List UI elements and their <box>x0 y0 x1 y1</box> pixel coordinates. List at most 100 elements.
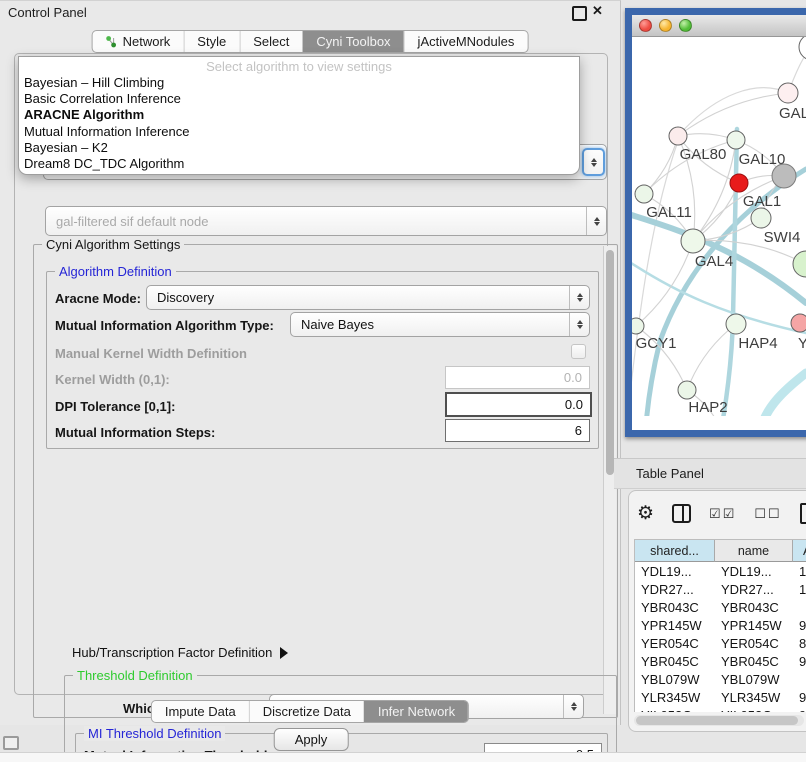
hub-definition-toggle[interactable]: Hub/Transcription Factor Definition <box>72 645 288 660</box>
algorithm-definition-legend: Algorithm Definition <box>55 264 176 279</box>
mi-algorithm-type-select[interactable]: Naive Bayes <box>290 312 590 337</box>
table-cell: 9. <box>793 652 806 670</box>
expand-arrow-icon <box>280 647 288 659</box>
dropdown-option[interactable]: Bayesian – Hill Climbing <box>19 75 579 91</box>
table-cell: 9. <box>793 688 806 706</box>
table-row[interactable]: YBR043CYBR043C <box>635 598 806 616</box>
aracne-mode-select[interactable]: Discovery <box>146 285 590 310</box>
network-canvas[interactable]: GALGAL80GAL10GAL1GAL11SWI4GAL4GCY1HAP4YH… <box>632 37 806 416</box>
dropdown-option[interactable]: ARACNE Algorithm <box>19 107 579 123</box>
combo-stepper-icon[interactable] <box>569 286 589 309</box>
network-node-gal11[interactable] <box>635 185 653 203</box>
manual-kernel-width-checkbox[interactable] <box>571 344 586 359</box>
network-node-gal80[interactable] <box>669 127 687 145</box>
network-node-y[interactable] <box>791 314 806 332</box>
mi-algorithm-type-label: Mutual Information Algorithm Type: <box>55 318 274 333</box>
checked-columns-icon[interactable]: ☑☑ <box>709 506 736 522</box>
minimize-window-icon[interactable] <box>659 19 672 32</box>
dropdown-option[interactable]: Dream8 DC_TDC Algorithm <box>19 156 579 172</box>
table-cell: YDR27... <box>715 580 793 598</box>
network-node[interactable] <box>772 164 796 188</box>
network-node-gcy1[interactable] <box>632 318 644 334</box>
network-graph: GALGAL80GAL10GAL1GAL11SWI4GAL4GCY1HAP4YH… <box>632 37 806 416</box>
node-table[interactable]: shared...nameA YDL19...YDL19...13YDR27..… <box>634 539 806 712</box>
tab-infer-network[interactable]: Infer Network <box>364 701 468 722</box>
collapsed-panel-icon[interactable] <box>3 736 19 750</box>
node-label: GAL80 <box>680 146 727 163</box>
network-combobox[interactable]: gal-filtered sif default node <box>45 206 607 236</box>
dropdown-option[interactable]: Mutual Information Inference <box>19 124 579 140</box>
network-node[interactable] <box>799 37 806 60</box>
node-label: SWI4 <box>764 229 801 246</box>
close-window-icon[interactable] <box>639 19 652 32</box>
table-row[interactable]: YER054CYER054C8. <box>635 634 806 652</box>
scrollbar-thumb[interactable] <box>636 716 798 725</box>
table-cell: YER054C <box>635 634 715 652</box>
tab-cyni-toolbox[interactable]: Cyni Toolbox <box>302 31 403 52</box>
cyni-algorithm-settings-group: Cyni Algorithm Settings Algorithm Defini… <box>33 244 618 718</box>
apply-button[interactable]: Apply <box>274 728 349 751</box>
cyni-mode-tabbar: Impute DataDiscretize DataInfer Network <box>151 700 469 723</box>
combo-stepper-icon[interactable] <box>586 207 606 235</box>
dropdown-options: Bayesian – Hill ClimbingBasic Correlatio… <box>19 75 579 172</box>
tab-style[interactable]: Style <box>183 31 239 52</box>
scrollbar-thumb[interactable] <box>606 250 614 475</box>
hub-definition-label: Hub/Transcription Factor Definition <box>72 645 272 660</box>
network-node-gal[interactable] <box>778 83 798 103</box>
table-row[interactable]: YDR27...YDR27...12 <box>635 580 806 598</box>
screenshot-stage: Control Panel ✕ NetworkStyleSelectCyni T… <box>0 0 806 762</box>
column-header[interactable]: A <box>793 540 806 562</box>
aracne-mode-label: Aracne Mode: <box>55 291 141 306</box>
column-header[interactable]: name <box>715 540 793 562</box>
network-node-gal4[interactable] <box>681 229 705 253</box>
zoom-window-icon[interactable] <box>679 19 692 32</box>
network-node-hap4[interactable] <box>726 314 746 334</box>
node-label: HAP4 <box>738 335 777 352</box>
dropdown-option[interactable]: Bayesian – K2 <box>19 140 579 156</box>
combo-stepper-icon[interactable] <box>582 148 605 176</box>
table-panel-title: Table Panel <box>614 466 704 481</box>
table-row[interactable]: YPR145WYPR145W9. <box>635 616 806 634</box>
table-row[interactable]: YBR045CYBR045C9. <box>635 652 806 670</box>
control-panel: Control Panel ✕ NetworkStyleSelectCyni T… <box>0 0 621 725</box>
network-node[interactable] <box>793 251 806 277</box>
tab-select[interactable]: Select <box>239 31 302 52</box>
window-titlebar[interactable] <box>632 15 806 37</box>
network-node-gal10[interactable] <box>727 131 745 149</box>
gear-icon[interactable]: ⚙ <box>637 504 654 523</box>
table-row[interactable]: YIL052CYIL052C9. <box>635 706 806 712</box>
mi-steps-field[interactable]: 6 <box>445 419 590 442</box>
manual-kernel-width-label: Manual Kernel Width Definition <box>55 346 247 361</box>
node-label: Y <box>798 335 806 352</box>
mi-threshold-definition-legend: MI Threshold Definition <box>84 726 225 741</box>
unchecked-columns-icon[interactable]: ☐☐ <box>754 506 781 522</box>
tab-network[interactable]: Network <box>93 31 184 52</box>
network-node-hap2[interactable] <box>678 381 696 399</box>
table-cell <box>793 598 806 616</box>
close-panel-icon[interactable]: ✕ <box>592 3 603 19</box>
status-strip <box>0 752 806 762</box>
node-label: GCY1 <box>636 335 677 352</box>
tab-impute-data[interactable]: Impute Data <box>152 701 249 722</box>
table-row[interactable]: YLR345WYLR345W9. <box>635 688 806 706</box>
float-panel-icon[interactable] <box>572 6 587 21</box>
document-icon[interactable] <box>800 503 806 524</box>
tab-jactivemnodules[interactable]: jActiveMNodules <box>404 31 528 52</box>
table-row[interactable]: YBL079WYBL079W <box>635 670 806 688</box>
table-cell: 13 <box>793 562 806 580</box>
dropdown-placeholder: Select algorithm to view settings <box>19 57 579 75</box>
tab-discretize-data[interactable]: Discretize Data <box>249 701 364 722</box>
node-label: GAL11 <box>646 204 692 221</box>
dpi-tolerance-field[interactable]: 0.0 <box>445 392 592 417</box>
column-header[interactable]: shared... <box>635 540 715 562</box>
dropdown-option[interactable]: Basic Correlation Inference <box>19 91 579 107</box>
table-cell: YPR145W <box>635 616 715 634</box>
network-node-swi4[interactable] <box>751 208 771 228</box>
network-node-gal1[interactable] <box>730 174 748 192</box>
combo-stepper-icon[interactable] <box>569 313 589 336</box>
table-horizontal-scrollbar[interactable] <box>634 715 804 726</box>
table-row[interactable]: YDL19...YDL19...13 <box>635 562 806 580</box>
combo-stepper-icon[interactable] <box>563 695 583 718</box>
table-cell: YDR27... <box>635 580 715 598</box>
columns-icon[interactable] <box>672 504 691 523</box>
